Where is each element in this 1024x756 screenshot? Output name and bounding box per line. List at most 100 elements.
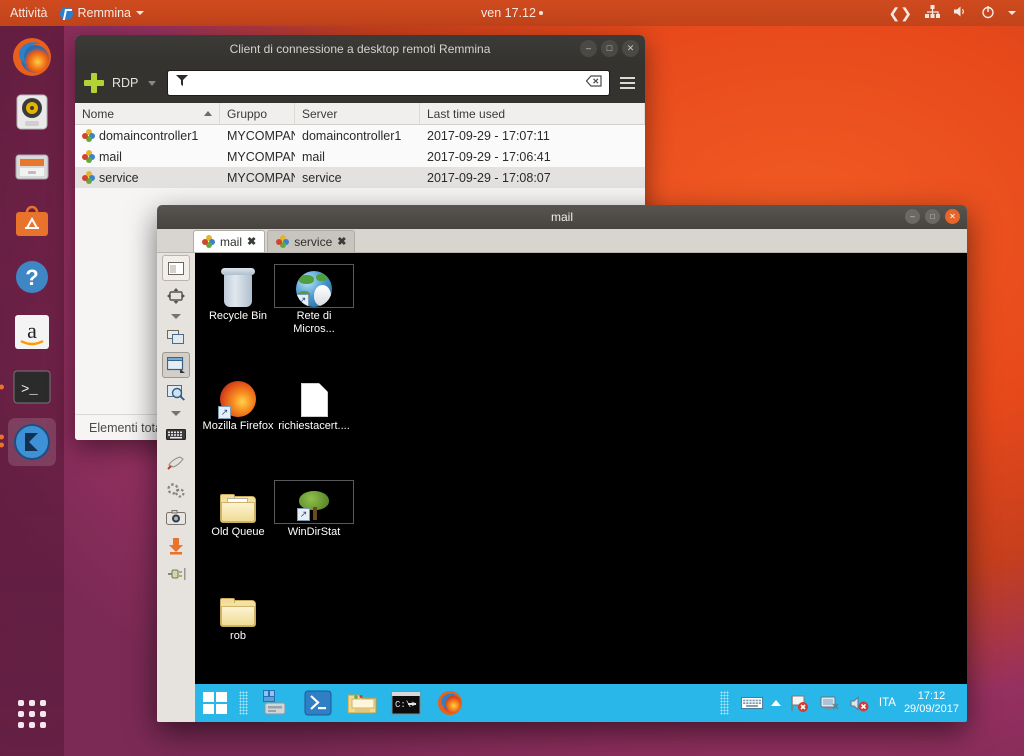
remmina-title-bar[interactable]: Client di connessione a desktop remoti R…	[75, 35, 645, 63]
recycle-bin-icon	[199, 265, 277, 307]
rdp-title-bar[interactable]: mail – □ ✕	[157, 205, 967, 229]
tab-mail[interactable]: mail ✖	[193, 230, 265, 252]
fullscreen-icon[interactable]	[162, 283, 190, 309]
table-row[interactable]: service MYCOMPANY service 2017-09-29 - 1…	[75, 167, 645, 188]
launcher-item-remmina[interactable]	[8, 418, 56, 466]
rdp-window-title: mail	[551, 210, 573, 224]
close-icon[interactable]: ✖	[337, 235, 346, 248]
connection-list: domaincontroller1 MYCOMPANY domaincontro…	[75, 125, 645, 188]
svg-text:a: a	[27, 318, 37, 343]
show-applications-button[interactable]	[8, 690, 56, 738]
desktop-icon-rete-di-microsoft[interactable]: ↗ Rete di Micros...	[275, 265, 353, 335]
screenshot-icon[interactable]	[162, 505, 190, 531]
cell-server: domaincontroller1	[295, 129, 420, 143]
taskbar-command-prompt[interactable]: C:\>	[384, 684, 428, 722]
folder-icon	[199, 585, 277, 627]
taskbar-grip-icon[interactable]	[239, 691, 248, 715]
launcher-item-firefox[interactable]	[8, 33, 56, 81]
clear-search-icon[interactable]	[586, 74, 602, 92]
new-connection-button[interactable]	[83, 72, 105, 94]
search-box[interactable]	[167, 70, 610, 96]
cell-server: mail	[295, 150, 420, 164]
column-label: Server	[302, 107, 337, 121]
scaled-window-icon[interactable]	[162, 352, 190, 378]
power-icon[interactable]	[981, 5, 995, 22]
maximize-button[interactable]: □	[601, 40, 618, 57]
activities-button[interactable]: Attività	[10, 6, 48, 20]
close-button[interactable]: ✕	[945, 209, 960, 224]
column-header-nome[interactable]: Nome	[75, 103, 220, 124]
language-indicator[interactable]: ITA	[879, 697, 896, 709]
search-input[interactable]	[196, 76, 580, 90]
taskbar-firefox[interactable]	[428, 684, 472, 722]
show-hidden-icons-icon[interactable]	[771, 700, 781, 706]
clock-area[interactable]: ven 17.12	[0, 6, 1024, 20]
bluetooth-icon[interactable]: ❮❯	[889, 5, 912, 22]
close-button[interactable]: ✕	[622, 40, 639, 57]
tab-service[interactable]: service ✖	[267, 230, 355, 252]
svg-text:?: ?	[25, 265, 38, 290]
column-label: Gruppo	[227, 107, 267, 121]
toolbar-toggle-icon[interactable]	[162, 255, 190, 281]
preferences-icon[interactable]	[162, 477, 190, 503]
chevron-down-icon-2[interactable]	[171, 411, 181, 416]
multi-monitor-icon[interactable]	[162, 324, 190, 350]
remmina-running-indicator	[0, 435, 4, 440]
minimize-button[interactable]: –	[905, 209, 920, 224]
table-row[interactable]: domaincontroller1 MYCOMPANY domaincontro…	[75, 125, 645, 146]
start-button[interactable]	[195, 684, 235, 722]
minimize-button[interactable]: –	[580, 40, 597, 57]
flag-error-icon[interactable]	[789, 693, 811, 713]
disconnect-icon[interactable]	[162, 561, 190, 587]
minimize-icon[interactable]	[162, 533, 190, 559]
desktop-icon-mozilla-firefox[interactable]: ↗ Mozilla Firefox	[199, 375, 277, 433]
volume-muted-icon[interactable]	[849, 693, 871, 713]
desktop-icon-recycle-bin[interactable]: Recycle Bin	[199, 265, 277, 323]
clock-time: 17:12	[918, 690, 946, 702]
launcher-item-terminal[interactable]: >_	[8, 363, 56, 411]
launcher-item-software[interactable]	[8, 198, 56, 246]
protocol-label: RDP	[112, 76, 138, 90]
system-menu-chevron-icon[interactable]	[1008, 11, 1016, 15]
taskbar-file-explorer[interactable]	[340, 684, 384, 722]
launcher-item-amazon[interactable]: a	[8, 308, 56, 356]
taskbar-server-manager[interactable]	[252, 684, 296, 722]
remote-desktop-screen[interactable]: Recycle Bin ↗ Rete di Micros... ↗ Mozill…	[195, 253, 967, 722]
zoom-icon[interactable]	[162, 380, 190, 406]
desktop-icon-label: Old Queue	[199, 526, 277, 539]
desktop-icon-rob[interactable]: rob	[199, 585, 277, 643]
column-header-last-time-used[interactable]: Last time used	[420, 103, 645, 124]
notification-dot-icon	[539, 11, 543, 15]
taskbar-clock[interactable]: 17:12 29/09/2017	[904, 690, 959, 716]
keyboard-icon[interactable]	[162, 421, 190, 447]
clock-label: ven 17.12	[481, 6, 536, 20]
network-icon[interactable]	[819, 693, 841, 713]
maximize-button[interactable]: □	[925, 209, 940, 224]
launcher-item-help[interactable]: ?	[8, 253, 56, 301]
taskbar-powershell[interactable]	[296, 684, 340, 722]
protocol-selector[interactable]: RDP	[112, 76, 160, 90]
tray-grip-icon[interactable]	[720, 691, 729, 715]
desktop-icon-windirstat[interactable]: ↗ WinDirStat	[275, 481, 353, 539]
rdp-protocol-icon	[276, 235, 289, 248]
desktop-icon-old-queue[interactable]: Old Queue	[199, 481, 277, 539]
app-menu-remmina[interactable]: Remmina	[60, 6, 145, 20]
rdp-side-toolbar	[157, 253, 195, 722]
windows-taskbar: C:\>	[195, 684, 967, 722]
volume-icon[interactable]	[953, 5, 968, 21]
close-icon[interactable]: ✖	[247, 235, 256, 248]
folder-icon	[199, 481, 277, 523]
network-icon[interactable]	[925, 5, 940, 21]
main-menu-button[interactable]	[617, 77, 637, 89]
desktop-icon-richiestacert[interactable]: richiestacert....	[275, 375, 353, 433]
rdp-session-window: mail – □ ✕ mail ✖ service ✖	[157, 205, 967, 722]
cell-server: service	[295, 171, 420, 185]
launcher-item-rhythmbox[interactable]	[8, 88, 56, 136]
launcher-item-files[interactable]	[8, 143, 56, 191]
grab-keyboard-icon[interactable]	[162, 449, 190, 475]
keyboard-layout-icon[interactable]	[741, 693, 763, 713]
column-header-server[interactable]: Server	[295, 103, 420, 124]
column-header-gruppo[interactable]: Gruppo	[220, 103, 295, 124]
table-row[interactable]: mail MYCOMPANY mail 2017-09-29 - 17:06:4…	[75, 146, 645, 167]
chevron-down-icon[interactable]	[171, 314, 181, 319]
